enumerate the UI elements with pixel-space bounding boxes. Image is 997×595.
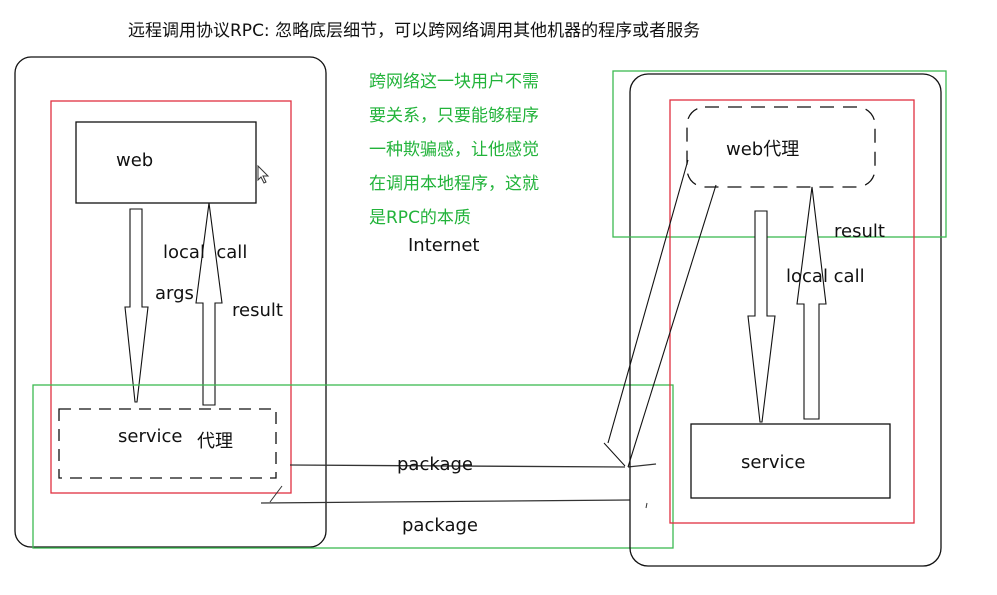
network-line-response [607, 159, 689, 444]
package-tick [269, 485, 283, 503]
arrow-head-stroke [603, 442, 626, 467]
package-line-top-tail [627, 463, 657, 468]
package-tick [645, 502, 648, 509]
local-call-label: local call [163, 242, 247, 263]
result-up-arrow [195, 202, 223, 406]
web-label: web [116, 150, 153, 171]
rpc-note: 跨网络这一块用户不需 要关系，只要能够程序 一种欺骗感，让他感觉 在调用本地程序… [369, 72, 539, 228]
note-line: 在调用本地程序，这就 [369, 174, 539, 194]
web-box [75, 121, 257, 204]
package-bottom-label: package [402, 515, 478, 536]
rpc-diagram: 远程调用协议RPC: 忽略底层细节，可以跨网络调用其他机器的程序或者服务 web… [14, 21, 947, 567]
mouse-cursor-icon [257, 164, 270, 184]
internet-label: Internet [408, 235, 479, 256]
result-up-arrow-right [796, 186, 827, 420]
web-proxy-label: web代理 [726, 139, 799, 160]
package-top-label: package [397, 454, 473, 475]
args-label: args [155, 283, 194, 304]
note-line: 是RPC的本质 [369, 208, 471, 228]
right-result-label: result [834, 221, 885, 242]
package-line-bottom [260, 499, 631, 504]
diagram-title: 远程调用协议RPC: 忽略底层细节，可以跨网络调用其他机器的程序或者服务 [128, 21, 700, 41]
service-label: service [741, 452, 805, 473]
service-proxy-label: service [118, 426, 182, 447]
service-proxy-suffix: 代理 [197, 431, 233, 452]
result-label: result [232, 300, 283, 321]
note-line: 跨网络这一块用户不需 [369, 72, 539, 92]
args-down-arrow [124, 208, 149, 403]
note-line: 一种欺骗感，让他感觉 [369, 140, 539, 160]
note-line: 要关系，只要能够程序 [369, 106, 539, 126]
right-local-call-label: local call [786, 266, 865, 287]
call-down-arrow [747, 210, 776, 423]
